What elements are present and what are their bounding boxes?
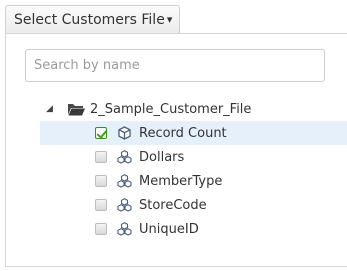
tree-item-label: MemberType bbox=[139, 173, 223, 189]
tree-root-node[interactable]: ◢ 2_Sample_Customer_File bbox=[46, 97, 251, 121]
dropdown-label: Select Customers File bbox=[14, 11, 165, 28]
search-input[interactable] bbox=[25, 49, 325, 82]
tree-item-label: StoreCode bbox=[139, 197, 207, 213]
storecode-checkbox[interactable] bbox=[95, 199, 107, 211]
cubes-icon bbox=[117, 150, 132, 164]
cubes-icon bbox=[117, 198, 132, 212]
tree-item-label: UniqueID bbox=[139, 221, 199, 237]
folder-open-icon bbox=[68, 103, 85, 115]
tree-item-label: Dollars bbox=[139, 149, 185, 165]
tree-item-dollars[interactable]: Dollars bbox=[40, 145, 347, 169]
uniqueid-checkbox[interactable] bbox=[95, 223, 107, 235]
tree-item-record-count[interactable]: Record Count bbox=[40, 121, 347, 145]
tree-item-uniqueid[interactable]: UniqueID bbox=[40, 217, 347, 241]
collapse-triangle-icon[interactable]: ◢ bbox=[46, 104, 56, 114]
cube-icon bbox=[118, 126, 131, 140]
tree-item-storecode[interactable]: StoreCode bbox=[40, 193, 347, 217]
select-customers-file-dropdown[interactable]: Select Customers File ▾ bbox=[5, 5, 181, 34]
cubes-icon bbox=[117, 174, 132, 188]
cubes-icon bbox=[117, 222, 132, 236]
membertype-checkbox[interactable] bbox=[95, 175, 107, 187]
tree-item-membertype[interactable]: MemberType bbox=[40, 169, 347, 193]
record-count-checkbox[interactable] bbox=[95, 127, 107, 139]
caret-down-icon: ▾ bbox=[166, 13, 173, 26]
tree-item-label: Record Count bbox=[139, 125, 227, 141]
tree-root-label: 2_Sample_Customer_File bbox=[90, 101, 252, 117]
dollars-checkbox[interactable] bbox=[95, 151, 107, 163]
